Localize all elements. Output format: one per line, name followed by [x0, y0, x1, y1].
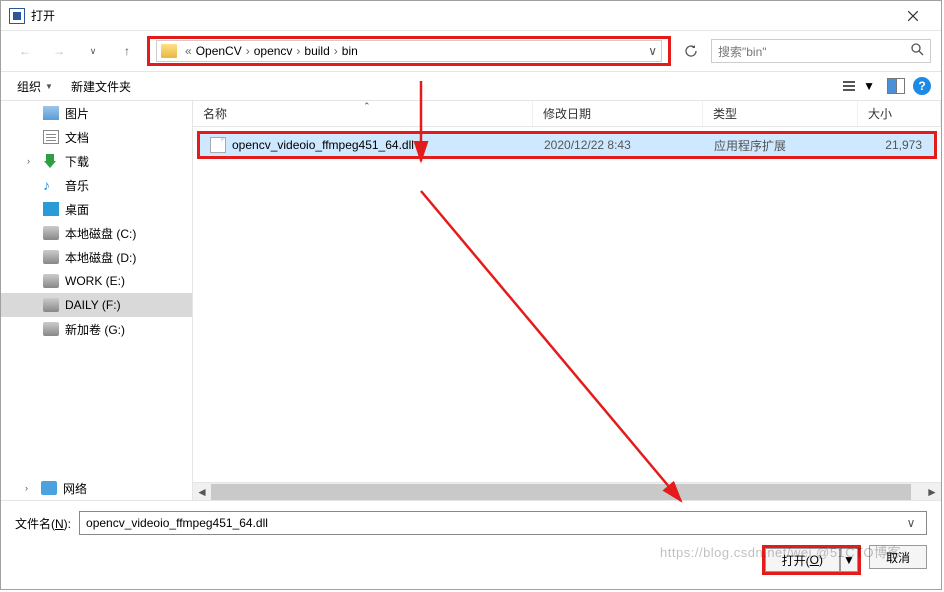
- scroll-right-button[interactable]: ►: [923, 483, 941, 501]
- file-icon: [210, 137, 226, 153]
- desk-icon: [43, 202, 59, 216]
- sidebar-item-label: 图片: [65, 105, 89, 122]
- chevron-icon: ›: [332, 44, 340, 58]
- disk-icon: [43, 226, 59, 240]
- chevron-icon: «: [183, 44, 194, 58]
- view-mode-button[interactable]: ▼: [839, 77, 879, 95]
- crumb-3[interactable]: bin: [340, 44, 360, 58]
- filename-label: 文件名(N):: [15, 515, 71, 532]
- breadcrumb[interactable]: « OpenCV › opencv › build › bin: [183, 44, 360, 58]
- column-headers: 名称 ⌃ 修改日期 类型 大小: [193, 101, 941, 127]
- back-button[interactable]: ←: [11, 37, 39, 65]
- music-icon: ♪: [43, 178, 59, 192]
- sidebar-item-7[interactable]: WORK (E:): [1, 269, 192, 293]
- file-size: 21,973: [859, 138, 934, 152]
- title-bar: 打开: [1, 1, 941, 31]
- disk-icon: [43, 298, 59, 312]
- scroll-track[interactable]: [211, 484, 923, 500]
- sidebar-item-label: DAILY (F:): [65, 298, 121, 312]
- crumb-1[interactable]: opencv: [252, 44, 295, 58]
- sidebar-item-3[interactable]: ♪ 音乐: [1, 173, 192, 197]
- file-row-highlight: opencv_videoio_ffmpeg451_64.dll 2020/12/…: [197, 131, 937, 159]
- sidebar-item-1[interactable]: 文档: [1, 125, 192, 149]
- sidebar-item-8[interactable]: DAILY (F:): [1, 293, 192, 317]
- sidebar-item-label: 下载: [65, 153, 89, 170]
- sidebar: 图片文档 › 下载 ♪ 音乐桌面本地磁盘 (C:) 本地磁盘 (D:) WORK (E:) D…: [1, 101, 193, 500]
- disk-icon: [43, 322, 59, 336]
- search-icon: [911, 43, 924, 59]
- sidebar-item-label: 新加卷 (G:): [65, 321, 125, 338]
- chevron-down-icon: ▼: [863, 79, 875, 93]
- sidebar-item-label: 本地磁盘 (D:): [65, 249, 136, 266]
- filename-input[interactable]: opencv_videoio_ffmpeg451_64.dll ∨: [79, 511, 927, 535]
- nav-bar: ← → ∨ ↑ « OpenCV › opencv › build › bin …: [1, 31, 941, 71]
- horizontal-scrollbar[interactable]: ◄ ►: [193, 482, 941, 500]
- search-placeholder: 搜索"bin": [718, 43, 767, 60]
- network-icon: [41, 481, 57, 495]
- sort-indicator: ⌃: [363, 101, 371, 112]
- sidebar-item-label: 桌面: [65, 201, 89, 218]
- col-date[interactable]: 修改日期: [533, 101, 703, 126]
- sidebar-item-0[interactable]: 图片: [1, 101, 192, 125]
- disk-icon: [43, 250, 59, 264]
- address-bar-highlight: « OpenCV › opencv › build › bin ∨: [147, 36, 671, 66]
- file-list-pane: 名称 ⌃ 修改日期 类型 大小 opencv_videoio_ffmpeg451…: [193, 101, 941, 500]
- file-row[interactable]: opencv_videoio_ffmpeg451_64.dll 2020/12/…: [200, 134, 934, 156]
- sidebar-network[interactable]: › 网络: [1, 476, 192, 500]
- sidebar-item-4[interactable]: 桌面: [1, 197, 192, 221]
- doc-icon: [43, 130, 59, 144]
- sidebar-item-2[interactable]: › 下载: [1, 149, 192, 173]
- caret-icon: ›: [25, 483, 35, 493]
- file-name: opencv_videoio_ffmpeg451_64.dll: [232, 138, 414, 152]
- sidebar-item-label: 文档: [65, 129, 89, 146]
- sidebar-item-6[interactable]: 本地磁盘 (D:): [1, 245, 192, 269]
- col-type[interactable]: 类型: [703, 101, 858, 126]
- up-button[interactable]: ↑: [113, 37, 141, 65]
- forward-button[interactable]: →: [45, 37, 73, 65]
- folder-icon: [161, 44, 177, 58]
- sidebar-item-label: 音乐: [65, 177, 89, 194]
- scroll-thumb[interactable]: [211, 484, 911, 500]
- file-date: 2020/12/22 8:43: [534, 138, 704, 152]
- crumb-0[interactable]: OpenCV: [194, 44, 244, 58]
- chevron-down-icon: ▼: [45, 82, 53, 91]
- close-button[interactable]: [893, 1, 933, 31]
- file-type: 应用程序扩展: [704, 137, 859, 154]
- new-folder-button[interactable]: 新建文件夹: [65, 76, 137, 97]
- app-icon: [9, 8, 25, 24]
- organize-button[interactable]: 组织▼: [11, 76, 59, 97]
- filename-dropdown[interactable]: ∨: [902, 516, 920, 530]
- disk-icon: [43, 274, 59, 288]
- refresh-button[interactable]: [677, 37, 705, 65]
- window-title: 打开: [31, 7, 893, 24]
- search-input[interactable]: 搜索"bin": [711, 39, 931, 63]
- sidebar-item-5[interactable]: 本地磁盘 (C:): [1, 221, 192, 245]
- pic-icon: [43, 106, 59, 120]
- col-size[interactable]: 大小: [858, 101, 941, 126]
- sidebar-item-9[interactable]: 新加卷 (G:): [1, 317, 192, 341]
- crumb-2[interactable]: build: [302, 44, 331, 58]
- toolbar: 组织▼ 新建文件夹 ▼ ?: [1, 71, 941, 101]
- recent-dropdown[interactable]: ∨: [79, 37, 107, 65]
- chevron-icon: ›: [244, 44, 252, 58]
- watermark: https://blog.csdn.net/wei @51CTO博客: [660, 542, 901, 561]
- help-button[interactable]: ?: [913, 77, 931, 95]
- dl-icon: [43, 154, 59, 168]
- sidebar-item-label: 本地磁盘 (C:): [65, 225, 136, 242]
- col-name[interactable]: 名称 ⌃: [193, 101, 533, 126]
- chevron-icon: ›: [294, 44, 302, 58]
- caret-icon: ›: [27, 156, 37, 166]
- address-dropdown[interactable]: ∨: [648, 44, 657, 58]
- address-bar[interactable]: « OpenCV › opencv › build › bin ∨: [156, 40, 662, 62]
- scroll-left-button[interactable]: ◄: [193, 483, 211, 501]
- sidebar-item-label: WORK (E:): [65, 274, 125, 288]
- preview-pane-button[interactable]: [887, 78, 905, 94]
